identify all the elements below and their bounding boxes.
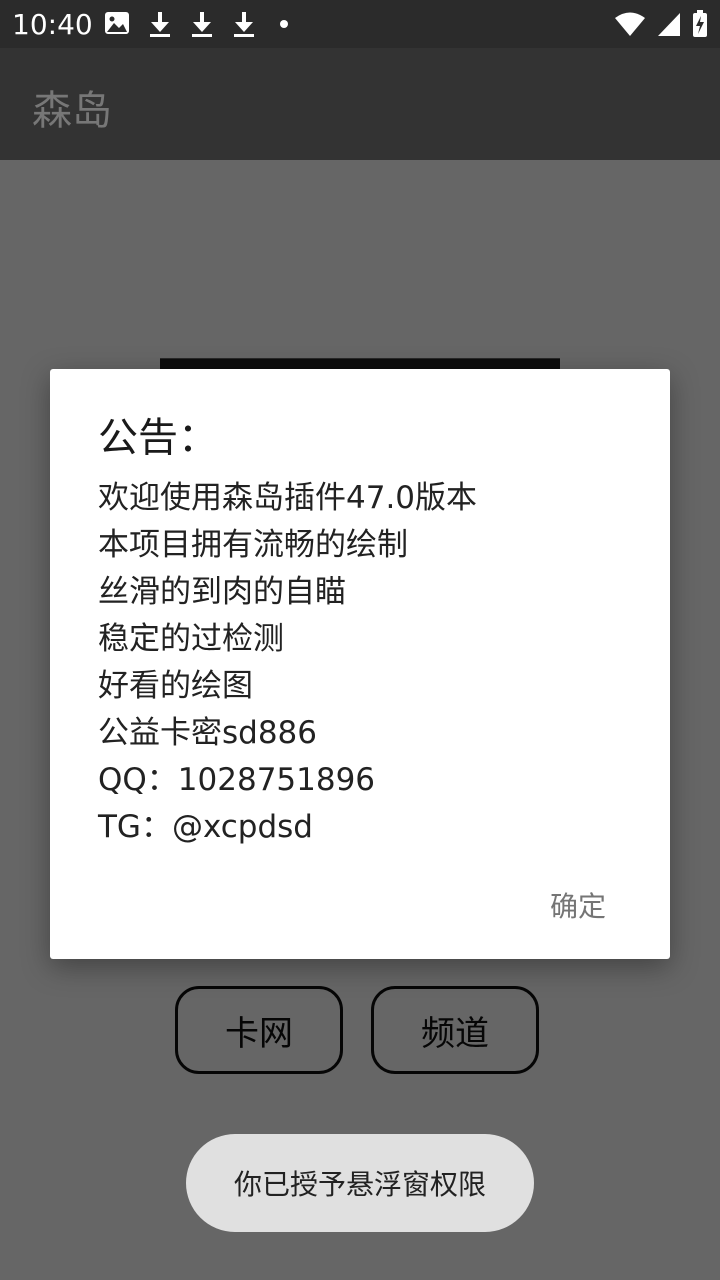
app-title: 森岛 [32, 88, 112, 134]
toast-message: 你已授予悬浮窗权限 [186, 1134, 534, 1232]
confirm-button[interactable]: 确定 [546, 881, 610, 929]
download-icon [234, 12, 254, 37]
dot-icon [280, 20, 288, 28]
message-line: TG：@xcpdsd [98, 809, 313, 845]
image-icon [105, 12, 129, 34]
download-icon [150, 12, 170, 37]
status-bar: 10:40 [0, 0, 720, 48]
message-line: 本项目拥有流畅的绘制 [98, 527, 408, 563]
message-line: 好看的绘图 [98, 668, 253, 704]
download-icon [192, 12, 212, 37]
dialog-title: 公告： [98, 415, 218, 461]
status-time: 10:40 [12, 8, 93, 41]
notification-icons [104, 10, 294, 38]
message-line: 欢迎使用森岛插件47.0版本 [98, 480, 478, 516]
wifi-icon [615, 12, 645, 36]
message-line: 公益卡密sd886 [98, 715, 317, 751]
message-line: 稳定的过检测 [98, 621, 284, 657]
dialog-message: 欢迎使用森岛插件47.0版本 本项目拥有流畅的绘制 丝滑的到肉的自瞄 稳定的过检… [98, 475, 477, 851]
message-line: 丝滑的到肉的自瞄 [98, 574, 346, 610]
announcement-dialog: 公告： 欢迎使用森岛插件47.0版本 本项目拥有流畅的绘制 丝滑的到肉的自瞄 稳… [50, 369, 670, 959]
system-icons [614, 10, 708, 38]
battery-charging-icon [693, 10, 707, 37]
message-line: QQ：1028751896 [98, 762, 376, 798]
app-bar: 森岛 [0, 48, 720, 160]
signal-icon [658, 13, 680, 36]
